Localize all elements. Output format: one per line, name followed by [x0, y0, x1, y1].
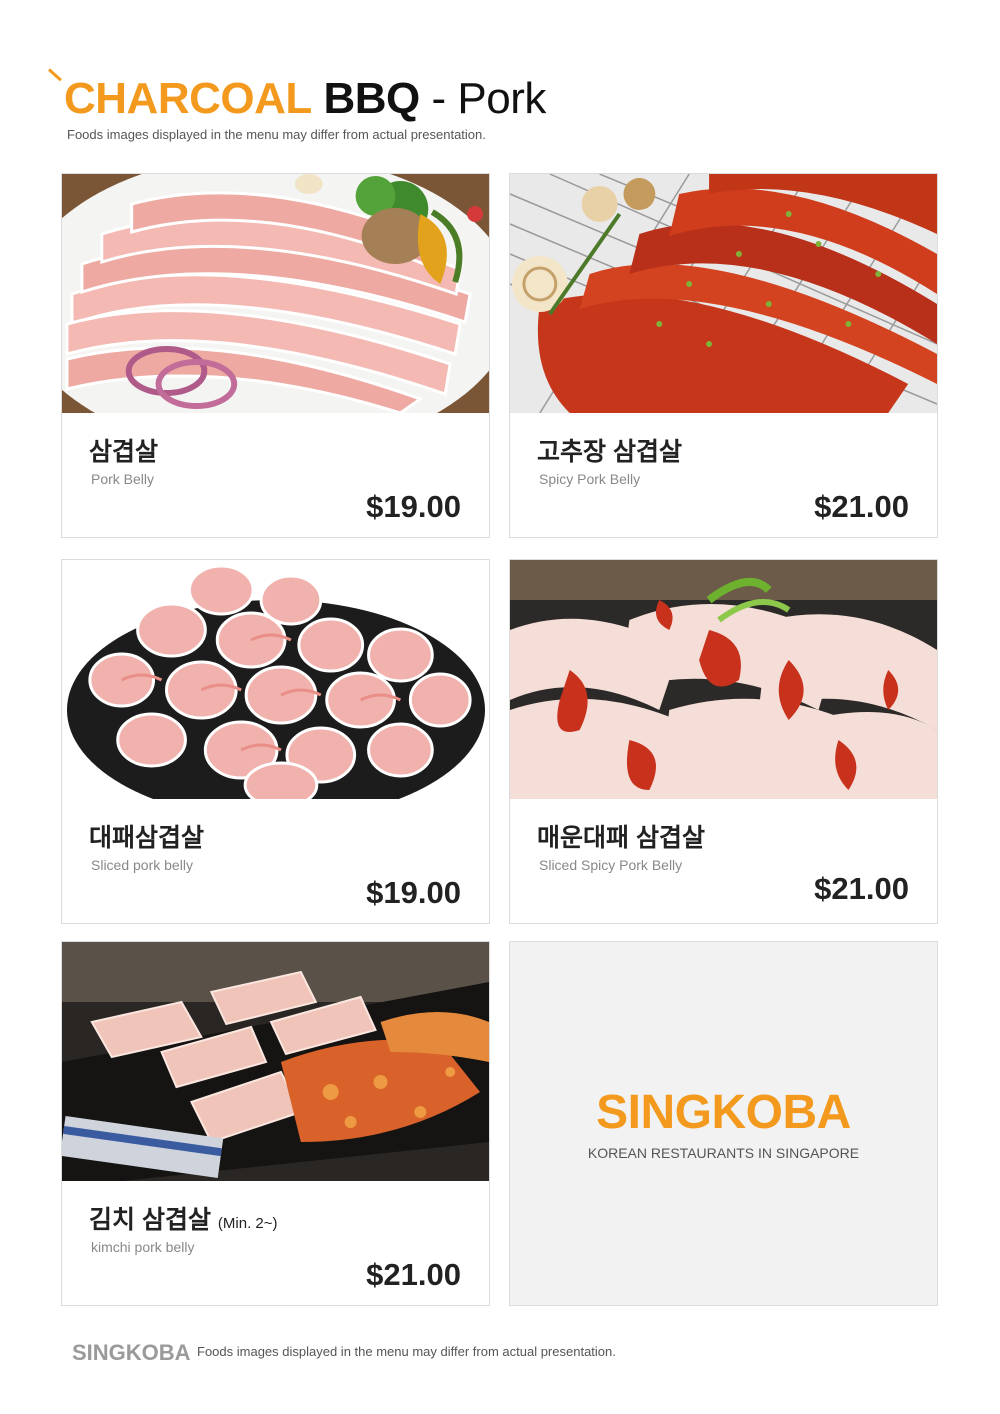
kimchi-pork-belly-photo [62, 942, 489, 1181]
item-name: 김치 삼겹살 (Min. 2~) [89, 1206, 278, 1234]
sliced-spicy-pork-belly-photo [510, 560, 937, 799]
item-min-order: (Min. 2~) [217, 1215, 278, 1232]
title-pork: - Pork [431, 74, 547, 123]
item-english-name: kimchi pork belly [91, 1239, 195, 1255]
item-price: $21.00 [814, 871, 909, 906]
brand-card: SINGKOBA KOREAN RESTAURANTS IN SINGAPORE [509, 941, 938, 1306]
item-name: 삼겹살 [89, 438, 159, 466]
accent-tick [47, 68, 62, 82]
item-name: 고추장 삼겹살 [537, 438, 682, 466]
menu-item-spicy-pork-belly[interactable]: 고추장 삼겹살 Spicy Pork Belly $21.00 [509, 173, 938, 538]
item-english-name: Sliced Spicy Pork Belly [539, 857, 683, 873]
footer-brand: SINGKOBA [72, 1340, 191, 1365]
title-bbq: BBQ [323, 74, 421, 123]
page-title: CHARCOAL BBQ - Pork [64, 72, 546, 126]
item-english-name: Spicy Pork Belly [539, 471, 641, 487]
menu-item-sliced-spicy-pork-belly[interactable]: 매운대패 삼겹살 Sliced Spicy Pork Belly $21.00 [509, 559, 938, 924]
brand-tagline: KOREAN RESTAURANTS IN SINGAPORE [587, 1145, 860, 1161]
footer-note: Foods images displayed in the menu may d… [197, 1344, 616, 1359]
pork-belly-photo [62, 174, 489, 413]
page-subtitle: Foods images displayed in the menu may d… [67, 127, 486, 142]
sliced-pork-belly-photo [62, 560, 489, 799]
item-name: 매운대패 삼겹살 [537, 824, 705, 852]
menu-item-pork-belly[interactable]: 삼겹살 Pork Belly $19.00 [61, 173, 490, 538]
item-price: $19.00 [366, 875, 461, 910]
item-price: $19.00 [366, 489, 461, 524]
item-price: $21.00 [366, 1257, 461, 1292]
title-charcoal: CHARCOAL [64, 74, 312, 123]
spicy-pork-belly-photo [510, 174, 937, 413]
item-english-name: Pork Belly [91, 471, 155, 487]
item-price: $21.00 [814, 489, 909, 524]
brand-logo-text: SINGKOBA [596, 1086, 851, 1139]
item-name: 대패삼겹살 [89, 824, 205, 852]
menu-item-kimchi-pork-belly[interactable]: 김치 삼겹살 (Min. 2~) kimchi pork belly $21.0… [61, 941, 490, 1306]
item-english-name: Sliced pork belly [91, 857, 193, 873]
menu-item-sliced-pork-belly[interactable]: 대패삼겹살 Sliced pork belly $19.00 [61, 559, 490, 924]
